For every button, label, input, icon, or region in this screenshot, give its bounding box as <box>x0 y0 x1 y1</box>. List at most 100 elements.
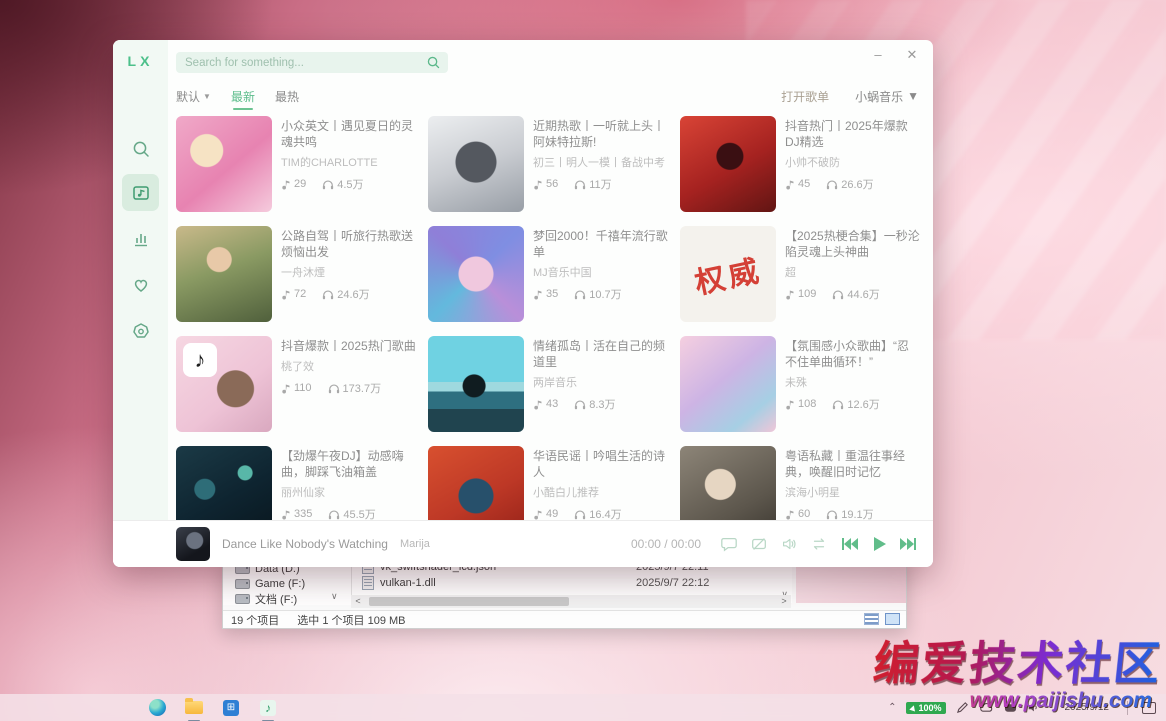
playlist-stats: 45 26.6万 <box>785 176 920 192</box>
play-button[interactable] <box>869 534 889 554</box>
album-art[interactable] <box>176 527 210 561</box>
playlist-stats: 43 8.3万 <box>533 396 668 412</box>
playlist-title[interactable]: 粤语私藏丨重温往事经典，唤醒旧时记忆 <box>785 448 920 480</box>
playlist-cover[interactable] <box>176 226 272 322</box>
playlist-author[interactable]: 桃了效 <box>281 358 416 374</box>
playlist-cover[interactable] <box>680 116 776 212</box>
music-app-icon[interactable]: ♪ <box>258 698 278 718</box>
desktop-lyrics-off-icon[interactable] <box>749 534 769 554</box>
store-app-icon[interactable]: ⊞ <box>221 698 241 718</box>
battery-indicator[interactable]: 100% <box>906 702 945 714</box>
playlist-card[interactable]: 近期热歌丨一听就上头丨阿妹特拉斯! 初三丨明人一模丨备战中考 56 11万 <box>428 116 668 226</box>
playlist-card[interactable]: ♪ 抖音爆款丨2025热门歌曲 桃了效 110 173.7万 <box>176 336 416 446</box>
playlist-card[interactable]: 抖音热门丨2025年爆款DJ精选 小帅不破防 45 26.6万 <box>680 116 920 226</box>
source-dropdown[interactable]: 小蜗音乐 ▼ <box>855 88 919 105</box>
sort-dropdown[interactable]: 默认 ▼ <box>176 88 211 105</box>
scroll-right-icon[interactable]: > <box>777 595 791 608</box>
playlist-cover[interactable]: 权威 <box>680 226 776 322</box>
play-mode-icon[interactable] <box>809 534 829 554</box>
playlist-title[interactable]: 梦回2000！千禧年流行歌单 <box>533 228 668 260</box>
playlist-author[interactable]: MJ音乐中国 <box>533 264 668 280</box>
playlist-cover[interactable] <box>428 446 524 521</box>
horizontal-scrollbar[interactable]: < > <box>351 595 791 608</box>
playlist-cover[interactable] <box>428 116 524 212</box>
sidebar-item-search[interactable] <box>122 130 159 167</box>
playlist-title[interactable]: 【氛围感小众歌曲】“忍不住单曲循环！” <box>785 338 920 370</box>
playlist-title[interactable]: 抖音爆款丨2025热门歌曲 <box>281 338 416 354</box>
playlist-title[interactable]: 华语民谣丨吟唱生活的诗人 <box>533 448 668 480</box>
tree-scroll-chevron-icon[interactable]: ∨ <box>331 591 338 602</box>
scrollbar-thumb[interactable] <box>369 597 569 606</box>
current-song-title[interactable]: Dance Like Nobody's Watching <box>222 537 388 551</box>
playlist-card[interactable]: 情绪孤岛丨活在自己的频道里 两岸音乐 43 8.3万 <box>428 336 668 446</box>
play-count: 12.6万 <box>832 396 879 412</box>
thumbnail-view-icon[interactable] <box>885 613 900 625</box>
device-icon[interactable] <box>1004 703 1017 713</box>
sidebar-item-playlists[interactable] <box>122 174 159 211</box>
close-button[interactable]: ✕ <box>903 46 921 64</box>
headphones-icon <box>574 179 586 190</box>
scroll-left-icon[interactable]: < <box>351 595 365 608</box>
playlist-cover[interactable] <box>176 446 272 521</box>
sidebar-item-settings[interactable] <box>122 312 159 349</box>
minimize-button[interactable]: – <box>869 46 887 64</box>
open-playlist-button[interactable]: 打开歌单 <box>781 88 829 105</box>
notification-center-icon[interactable] <box>1142 702 1156 714</box>
playlist-cover[interactable] <box>176 116 272 212</box>
speaker-icon[interactable] <box>1027 702 1039 713</box>
sidebar-item-leaderboard[interactable] <box>122 220 159 257</box>
playlist-title[interactable]: 情绪孤岛丨活在自己的频道里 <box>533 338 668 370</box>
file-explorer-icon[interactable] <box>184 698 204 718</box>
playlist-author[interactable]: 滨海小明星 <box>785 484 920 500</box>
playlist-author[interactable]: 初三丨明人一模丨备战中考 <box>533 154 668 170</box>
details-view-icon[interactable] <box>864 613 879 625</box>
cover-label: 权威 <box>690 245 766 302</box>
playlist-card[interactable]: 公路自驾丨听旅行热歌送烦恼出发 一舟沐煙 72 24.6万 <box>176 226 416 336</box>
file-row[interactable]: vulkan-1.dll 2025/9/7 22:12 <box>352 575 792 591</box>
playlist-cover[interactable] <box>680 446 776 521</box>
playlist-card[interactable]: 【劲爆午夜DJ】动感嗨曲，脚踩飞油箱盖 丽州仙家 335 45.5万 <box>176 446 416 521</box>
playlist-card[interactable]: 华语民谣丨吟唱生活的诗人 小酷白儿推荐 49 16.4万 <box>428 446 668 521</box>
playlist-card[interactable]: 梦回2000！千禧年流行歌单 MJ音乐中国 35 10.7万 <box>428 226 668 336</box>
playlist-author[interactable]: 一舟沐煙 <box>281 264 416 280</box>
playlist-author[interactable]: 未殊 <box>785 374 920 390</box>
comment-icon[interactable] <box>719 534 739 554</box>
playlist-card[interactable]: 权威 【2025热梗合集】一秒沦陷灵魂上头神曲 超 109 44.6万 <box>680 226 920 336</box>
previous-track-button[interactable] <box>839 534 859 554</box>
tab-hottest[interactable]: 最热 <box>275 88 299 105</box>
playlist-card[interactable]: 【氛围感小众歌曲】“忍不住单曲循环！” 未殊 108 12.6万 <box>680 336 920 446</box>
playlist-title[interactable]: 公路自驾丨听旅行热歌送烦恼出发 <box>281 228 416 260</box>
tab-latest[interactable]: 最新 <box>231 88 255 105</box>
playlist-title[interactable]: 【劲爆午夜DJ】动感嗨曲，脚踩飞油箱盖 <box>281 448 416 480</box>
tray-expand-chevron-icon[interactable]: ⌃ <box>888 702 896 713</box>
playlist-author[interactable]: 小酷白儿推荐 <box>533 484 668 500</box>
playlist-cover[interactable]: ♪ <box>176 336 272 432</box>
scrollbar-track[interactable] <box>365 595 777 608</box>
playlist-card[interactable]: 小众英文丨遇见夏日的灵魂共鸣 TIM的CHARLOTTE 29 4.5万 <box>176 116 416 226</box>
playlist-author[interactable]: TIM的CHARLOTTE <box>281 154 416 170</box>
edge-browser-icon[interactable] <box>147 698 167 718</box>
play-count: 8.3万 <box>574 396 615 412</box>
cloud-icon[interactable] <box>979 702 994 713</box>
playlist-cover[interactable] <box>680 336 776 432</box>
tree-item-drive-game[interactable]: Game (F:) <box>235 576 355 591</box>
playlist-title[interactable]: 抖音热门丨2025年爆款DJ精选 <box>785 118 920 150</box>
sidebar-item-favorites[interactable] <box>122 266 159 303</box>
playlist-author[interactable]: 丽州仙家 <box>281 484 416 500</box>
playlist-cover[interactable] <box>428 336 524 432</box>
pen-icon[interactable] <box>956 701 969 714</box>
taskbar-date[interactable]: 2025/9/12 <box>1065 703 1110 713</box>
next-track-button[interactable] <box>899 534 919 554</box>
current-song-artist[interactable]: Marija <box>400 538 430 550</box>
playlist-cover[interactable] <box>428 226 524 322</box>
playlist-author[interactable]: 小帅不破防 <box>785 154 920 170</box>
playlist-author[interactable]: 超 <box>785 264 920 280</box>
playlist-title[interactable]: 【2025热梗合集】一秒沦陷灵魂上头神曲 <box>785 228 920 260</box>
playlist-title[interactable]: 小众英文丨遇见夏日的灵魂共鸣 <box>281 118 416 150</box>
search-input[interactable] <box>176 57 426 69</box>
search-icon[interactable] <box>426 55 441 70</box>
playlist-author[interactable]: 两岸音乐 <box>533 374 668 390</box>
playlist-card[interactable]: 粤语私藏丨重温往事经典，唤醒旧时记忆 滨海小明星 60 19.1万 <box>680 446 920 521</box>
playlist-title[interactable]: 近期热歌丨一听就上头丨阿妹特拉斯! <box>533 118 668 150</box>
volume-icon[interactable] <box>779 534 799 554</box>
